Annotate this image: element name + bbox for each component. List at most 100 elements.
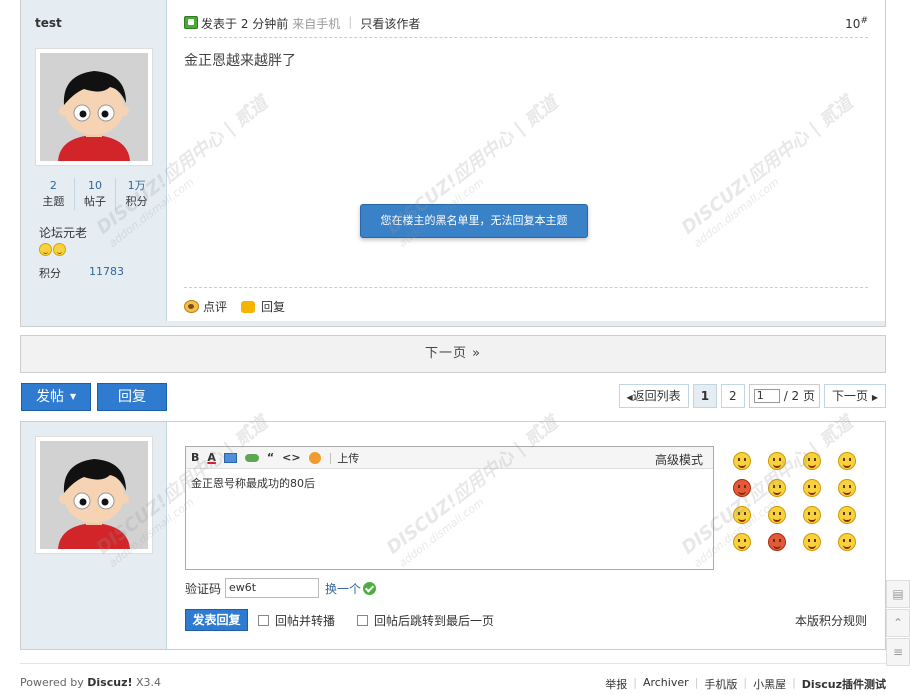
page-1[interactable]: 1	[692, 384, 718, 408]
pagination: ◀返回列表 1 2 1 / 2 页 下一页 ▶	[615, 384, 886, 408]
author-sidebar: test 2 主题 10 帖子 1万 积分 论坛元老 积分 11783	[21, 0, 167, 326]
smiley-icon[interactable]	[838, 506, 856, 524]
list-icon[interactable]: ≡	[886, 638, 910, 666]
report-link[interactable]: 举报	[605, 676, 627, 692]
reply-sidebar	[21, 422, 167, 649]
blacklist-notice: 您在楼主的黑名单里，无法回复本主题	[360, 204, 588, 238]
image-icon[interactable]	[223, 452, 237, 463]
archiver-link[interactable]: Archiver	[643, 676, 689, 692]
link-icon[interactable]	[244, 453, 259, 462]
quote-button[interactable]: “	[267, 451, 274, 464]
smiley-panel	[733, 452, 873, 551]
advanced-mode-link[interactable]: 高级模式	[655, 451, 703, 468]
only-author-link[interactable]: 只看该作者	[360, 15, 420, 32]
author-name[interactable]: test	[35, 16, 62, 30]
reply-button[interactable]: 回复	[97, 383, 167, 411]
credit-rules-link[interactable]: 本版积分规则	[795, 612, 867, 629]
quick-reply-icon[interactable]: ▤	[886, 580, 910, 608]
stat-posts[interactable]: 10 帖子	[73, 178, 116, 210]
post-actions: 点评 回复	[184, 287, 868, 315]
smiley-icon[interactable]	[803, 506, 821, 524]
smiley-icon[interactable]	[838, 452, 856, 470]
powered-by: Powered by Discuz! X3.4	[20, 676, 162, 689]
post-time: 发表于 2 分钟前	[201, 17, 289, 31]
upload-button[interactable]: 上传	[337, 450, 359, 466]
post-divider	[21, 321, 885, 326]
smiley-icon[interactable]	[838, 533, 856, 551]
avatar[interactable]	[35, 48, 153, 166]
next-page-bar[interactable]: 下一页 »	[20, 335, 886, 373]
reply-link[interactable]: 回复	[261, 298, 285, 315]
comment-icon[interactable]	[184, 300, 199, 313]
repost-checkbox[interactable]	[258, 614, 269, 626]
user-rank: 论坛元老	[39, 226, 88, 240]
next-page-button[interactable]: 下一页 ▶	[824, 384, 886, 408]
medal-smile-icon[interactable]	[53, 243, 66, 256]
online-status-icon	[184, 16, 198, 29]
smiley-icon[interactable]	[803, 479, 821, 497]
page-jump-input[interactable]: 1	[753, 389, 780, 403]
jump-last-page-checkbox[interactable]	[357, 614, 369, 626]
quick-reply-area: B A “ <> | 上传 高级模式 金正恩号称最成功的80后 验证码 ew6t…	[20, 421, 886, 650]
credit-label: 积分	[39, 267, 61, 280]
floor-number[interactable]: 10#	[845, 16, 868, 31]
divider: |	[348, 15, 353, 29]
smiley-icon[interactable]	[733, 533, 751, 551]
reply-textarea[interactable]: 金正恩号称最成功的80后	[186, 469, 713, 497]
captcha-input[interactable]: ew6t	[225, 578, 320, 598]
credit-row: 积分 11783	[39, 265, 124, 281]
post-block: test 2 主题 10 帖子 1万 积分 论坛元老 积分 11783 发表于 …	[20, 0, 886, 327]
smiley-icon[interactable]	[768, 479, 786, 497]
font-color-button[interactable]: A	[207, 451, 216, 464]
bold-button[interactable]: B	[191, 451, 199, 464]
submit-reply-button[interactable]: 发表回复	[185, 609, 248, 631]
avatar	[35, 436, 153, 554]
captcha-row: 验证码 ew6t 换一个	[185, 578, 377, 598]
repost-option[interactable]: 回帖并转播	[258, 612, 335, 629]
editor-toolbar: B A “ <> | 上传 高级模式	[186, 447, 713, 469]
side-toolbar: ▤ ⌃ ≡	[886, 580, 910, 667]
emoji-icon[interactable]	[308, 451, 321, 464]
version: X3.4	[136, 676, 162, 689]
stat-credits[interactable]: 1万 积分	[115, 178, 157, 210]
jump-last-page-option[interactable]: 回帖后跳转到最后一页	[357, 612, 494, 629]
blacklist-link[interactable]: 小黑屋	[753, 676, 786, 692]
smiley-icon[interactable]	[733, 479, 751, 497]
back-to-list-button[interactable]: ◀返回列表	[618, 384, 689, 408]
reply-icon[interactable]	[241, 300, 256, 313]
page-2[interactable]: 2	[721, 384, 745, 408]
check-icon	[363, 581, 377, 595]
smiley-icon[interactable]	[733, 452, 751, 470]
page-jump: 1 / 2 页	[748, 384, 820, 408]
post-content: 金正恩越来越胖了	[184, 53, 296, 69]
back-to-top-icon[interactable]: ⌃	[886, 609, 910, 637]
smiley-icon[interactable]	[733, 506, 751, 524]
smiley-icon[interactable]	[768, 506, 786, 524]
divider: |	[328, 451, 333, 464]
post-source: 来自手机	[292, 17, 341, 31]
smiley-icon[interactable]	[803, 533, 821, 551]
medal-smile-icon[interactable]	[39, 243, 52, 256]
credit-value: 11783	[89, 265, 124, 278]
arrow-right-icon: ▶	[871, 393, 878, 402]
post-main: 发表于 2 分钟前 来自手机 | 只看该作者 10# 金正恩越来越胖了 您在楼主…	[167, 0, 885, 322]
new-thread-button[interactable]: 发帖 ▼	[21, 383, 91, 411]
total-pages: / 2 页	[783, 389, 815, 403]
footer-divider	[20, 663, 886, 664]
chevron-down-icon: ▼	[70, 392, 77, 401]
site-name-link[interactable]: Discuz插件测试	[802, 676, 886, 692]
comment-link[interactable]: 点评	[203, 298, 227, 315]
smiley-icon[interactable]	[803, 452, 821, 470]
reply-editor: B A “ <> | 上传 高级模式 金正恩号称最成功的80后	[185, 446, 714, 570]
mobile-link[interactable]: 手机版	[704, 676, 737, 692]
smiley-icon[interactable]	[768, 533, 786, 551]
code-button[interactable]: <>	[282, 451, 300, 464]
post-header: 发表于 2 分钟前 来自手机 | 只看该作者 10#	[184, 14, 868, 38]
footer-links: 举报 | Archiver | 手机版 | 小黑屋 | Discuz插件测试	[605, 676, 886, 692]
smiley-icon[interactable]	[838, 479, 856, 497]
change-captcha-link[interactable]: 换一个	[325, 580, 361, 597]
discuz-link[interactable]: Discuz!	[87, 676, 132, 689]
smiley-icon[interactable]	[768, 452, 786, 470]
stat-threads[interactable]: 2 主题	[33, 178, 74, 210]
submit-row: 发表回复 回帖并转播 回帖后跳转到最后一页 本版积分规则	[185, 609, 867, 631]
